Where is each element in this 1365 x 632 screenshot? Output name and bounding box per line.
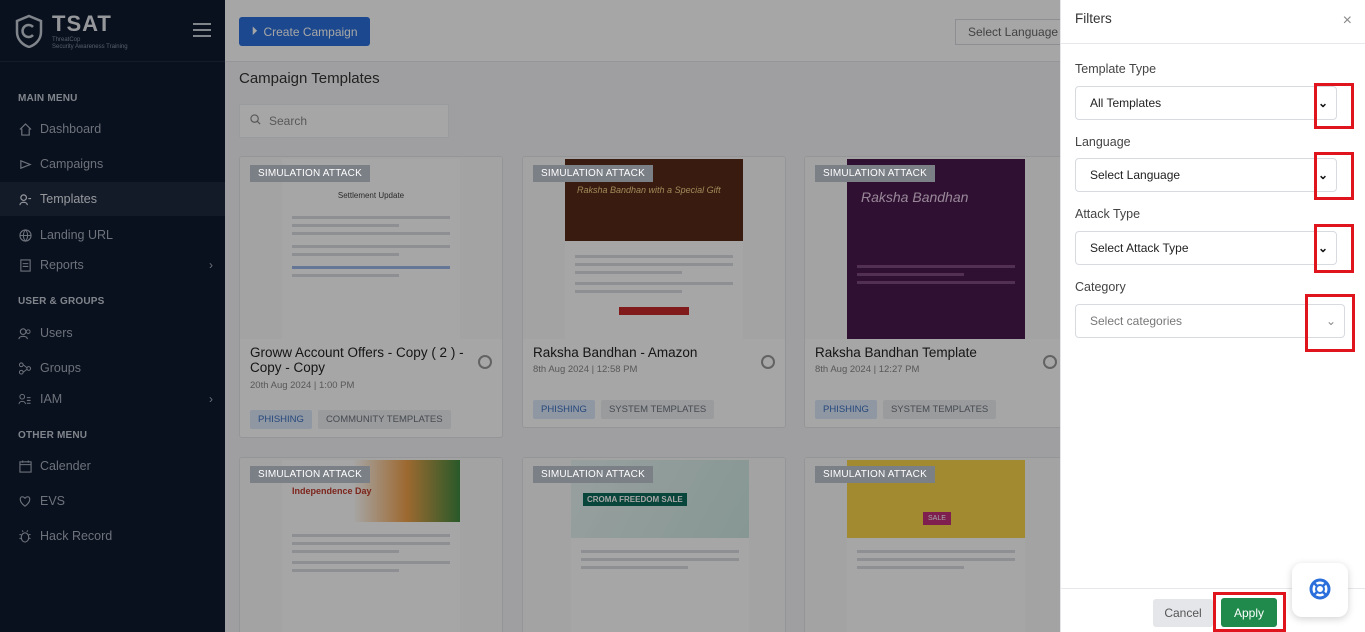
simulation-attack-badge: SIMULATION ATTACK — [533, 165, 653, 182]
template-type-label: Template Type — [1075, 62, 1157, 76]
attack-type-label: Attack Type — [1075, 207, 1141, 221]
simulation-attack-badge: SIMULATION ATTACK — [250, 165, 370, 182]
simulation-attack-badge: SIMULATION ATTACK — [815, 165, 935, 182]
category-placeholder: Select categories — [1090, 314, 1183, 328]
simulation-attack-badge: SIMULATION ATTACK — [250, 466, 370, 483]
highlight-box — [1314, 152, 1354, 200]
cancel-button[interactable]: Cancel — [1153, 599, 1213, 627]
help-button[interactable] — [1292, 563, 1348, 617]
simulation-attack-badge: SIMULATION ATTACK — [533, 466, 653, 483]
language-label: Language — [1075, 135, 1131, 149]
simulation-attack-badge: SIMULATION ATTACK — [815, 466, 935, 483]
language-value: Select Language — [1090, 168, 1181, 182]
close-icon[interactable]: × — [1343, 12, 1352, 30]
category-label: Category — [1075, 280, 1126, 294]
highlight-box — [1314, 224, 1354, 273]
template-type-value: All Templates — [1090, 96, 1162, 110]
attack-type-value: Select Attack Type — [1090, 241, 1189, 255]
highlight-box — [1314, 83, 1354, 129]
modal-backdrop[interactable] — [0, 0, 1060, 632]
highlight-box — [1213, 592, 1286, 632]
filters-header: Filters × — [1061, 0, 1365, 44]
attack-type-select[interactable]: Select Attack Type ⌄ — [1075, 231, 1337, 265]
template-type-select[interactable]: All Templates ⌄ — [1075, 86, 1337, 120]
filters-panel: Filters × Template Type All Templates ⌄ … — [1060, 0, 1365, 632]
lifebuoy-icon — [1308, 577, 1332, 604]
filters-title: Filters — [1075, 11, 1112, 26]
language-select[interactable]: Select Language ⌄ — [1075, 158, 1337, 192]
highlight-box — [1305, 294, 1355, 352]
